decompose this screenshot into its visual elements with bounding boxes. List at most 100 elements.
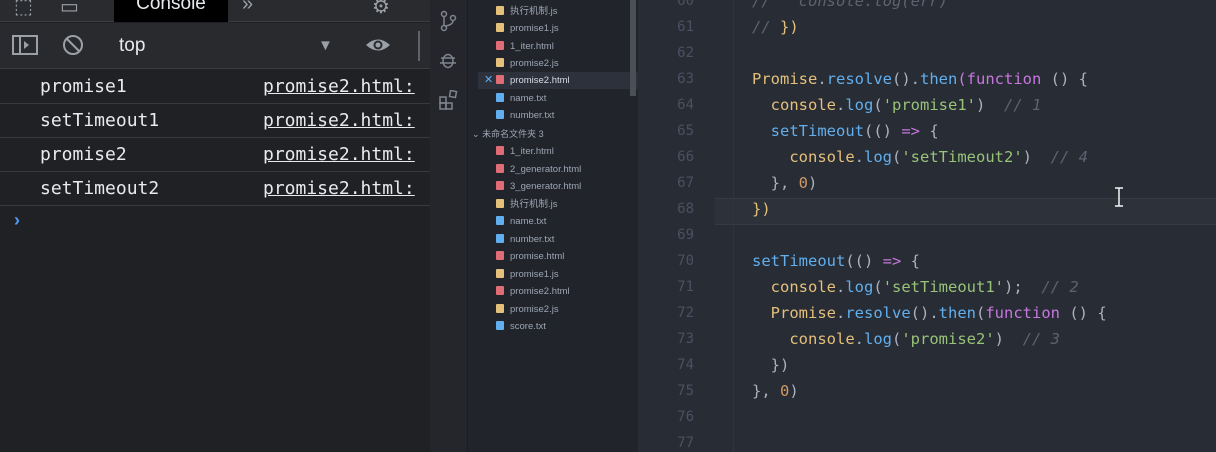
sidebar-toggle-icon[interactable] bbox=[12, 34, 38, 62]
file-item[interactable]: number.txt bbox=[496, 231, 636, 248]
toolbar-divider bbox=[418, 31, 420, 61]
log-source-link[interactable]: promise2.html: bbox=[263, 110, 415, 132]
code-token: log bbox=[845, 96, 874, 114]
console-toolbar: top ▼ bbox=[0, 23, 430, 69]
file-item[interactable]: promise2.js bbox=[496, 301, 636, 318]
explorer-scrollbar[interactable] bbox=[630, 0, 636, 96]
log-message: promise1 bbox=[40, 76, 127, 97]
tab-console[interactable]: Console bbox=[114, 0, 228, 22]
console-log-row: setTimeout2 promise2.html: bbox=[0, 172, 430, 206]
line-number: 63 bbox=[677, 71, 694, 87]
html-file-icon bbox=[496, 41, 504, 50]
more-tabs-icon[interactable]: » bbox=[242, 0, 253, 16]
file-item[interactable]: promise2.js bbox=[496, 55, 636, 72]
line-number: 60 bbox=[677, 0, 694, 9]
code-token: }) bbox=[752, 356, 790, 374]
file-item[interactable]: promise2.html bbox=[496, 283, 636, 300]
file-item[interactable]: score.txt bbox=[496, 318, 636, 335]
code-token: setTimeout bbox=[752, 252, 846, 270]
code-token: => bbox=[882, 252, 902, 270]
txt-file-icon bbox=[496, 216, 504, 225]
log-source-link[interactable]: promise2.html: bbox=[263, 76, 415, 98]
log-source-link[interactable]: promise2.html: bbox=[263, 144, 415, 166]
folder-header[interactable]: ⌄ 未命名文件夹 3 bbox=[472, 127, 544, 140]
code-token: }, bbox=[752, 382, 780, 400]
code-line: setTimeout(() => { bbox=[752, 118, 939, 144]
code-token: ); bbox=[1004, 278, 1042, 296]
file-item[interactable]: name.txt bbox=[496, 213, 636, 230]
file-item[interactable]: 2_generator.html bbox=[496, 161, 636, 178]
code-token: () { bbox=[1069, 304, 1107, 322]
extensions-icon[interactable] bbox=[439, 89, 459, 116]
js-file-icon bbox=[496, 58, 504, 67]
inspect-element-icon[interactable]: ⬚ bbox=[14, 0, 33, 19]
code-line: console.log('setTimeout1'); // 2 bbox=[752, 274, 1079, 300]
line-number: 61 bbox=[677, 19, 694, 35]
line-number: 72 bbox=[677, 305, 694, 321]
js-file-icon bbox=[496, 269, 504, 278]
console-prompt-icon[interactable]: › bbox=[14, 210, 20, 231]
code-token: setTimeout bbox=[770, 122, 864, 140]
device-toolbar-icon[interactable]: ▭ bbox=[60, 0, 79, 19]
activity-bar bbox=[430, 0, 468, 452]
file-item[interactable]: promise.html bbox=[496, 248, 636, 265]
code-token: // 2 bbox=[1041, 278, 1079, 296]
code-token: . bbox=[817, 70, 827, 88]
log-source-link[interactable]: promise2.html: bbox=[263, 178, 415, 200]
devtools-tab-bar: ⬚ ▭ Console » ⚙ bbox=[0, 0, 430, 22]
gear-icon[interactable]: ⚙ bbox=[372, 0, 390, 19]
code-token: 'promise1' bbox=[882, 96, 977, 114]
file-item[interactable]: 3_generator.html bbox=[496, 178, 636, 195]
file-item[interactable]: 执行机制.js bbox=[496, 3, 636, 20]
file-item[interactable]: name.txt bbox=[496, 90, 636, 107]
console-log-row: promise1 promise2.html: bbox=[0, 70, 430, 104]
line-number: 73 bbox=[677, 331, 694, 347]
eye-icon[interactable] bbox=[364, 34, 392, 62]
code-token: Promise bbox=[770, 304, 836, 322]
code-token: (() bbox=[864, 122, 902, 140]
line-number: 69 bbox=[677, 227, 694, 243]
file-item[interactable]: number.txt bbox=[496, 107, 636, 124]
line-number: 75 bbox=[677, 383, 694, 399]
line-number: 71 bbox=[677, 279, 694, 295]
file-item[interactable]: promise1.js bbox=[496, 20, 636, 37]
code-line: Promise.resolve().then(function () { bbox=[752, 300, 1107, 326]
code-token: 0 bbox=[798, 174, 809, 192]
debug-icon[interactable] bbox=[439, 50, 457, 76]
code-token: 'promise2' bbox=[901, 330, 995, 348]
chevron-down-icon[interactable]: ▼ bbox=[318, 37, 333, 54]
code-line: setTimeout(() => { bbox=[752, 248, 920, 274]
html-file-icon bbox=[496, 75, 504, 84]
txt-file-icon bbox=[496, 321, 504, 330]
code-line: console.log('setTimeout2') // 4 bbox=[752, 144, 1088, 170]
line-number: 77 bbox=[677, 435, 694, 451]
file-item[interactable]: 执行机制.js bbox=[496, 196, 636, 213]
line-number: 74 bbox=[677, 357, 694, 373]
source-control-icon[interactable] bbox=[439, 10, 457, 38]
file-item[interactable]: 1_iter.html bbox=[496, 143, 636, 160]
clear-console-icon[interactable] bbox=[62, 34, 84, 62]
code-token: console bbox=[789, 148, 855, 166]
code-token: // console.log(err) bbox=[752, 0, 948, 10]
js-file-icon bbox=[496, 304, 504, 313]
context-selector[interactable]: top bbox=[119, 35, 145, 57]
code-token: ( bbox=[873, 278, 883, 296]
code-editor[interactable]: 60 61 62 63 64 65 66 67 68 69 70 71 72 73 74 75 76 77 // … bbox=[638, 0, 1216, 452]
line-number: 70 bbox=[677, 253, 694, 269]
code-token: => bbox=[901, 122, 920, 140]
close-icon[interactable]: ✕ bbox=[484, 73, 493, 86]
code-token: console bbox=[770, 96, 836, 114]
js-file-icon bbox=[496, 199, 504, 208]
code-token: 'setTimeout1' bbox=[882, 278, 1005, 296]
code-token: ) bbox=[1022, 148, 1051, 166]
html-file-icon bbox=[496, 251, 504, 260]
file-item[interactable]: 1_iter.html bbox=[496, 38, 636, 55]
line-number: 66 bbox=[677, 149, 694, 165]
line-number: 62 bbox=[677, 45, 694, 61]
file-item[interactable]: promise1.js bbox=[496, 266, 636, 283]
code-token: }) bbox=[780, 18, 799, 36]
file-item-active[interactable]: promise2.html bbox=[478, 72, 638, 89]
devtools-panel: ⬚ ▭ Console » ⚙ top ▼ promise1 promise2.… bbox=[0, 0, 430, 452]
